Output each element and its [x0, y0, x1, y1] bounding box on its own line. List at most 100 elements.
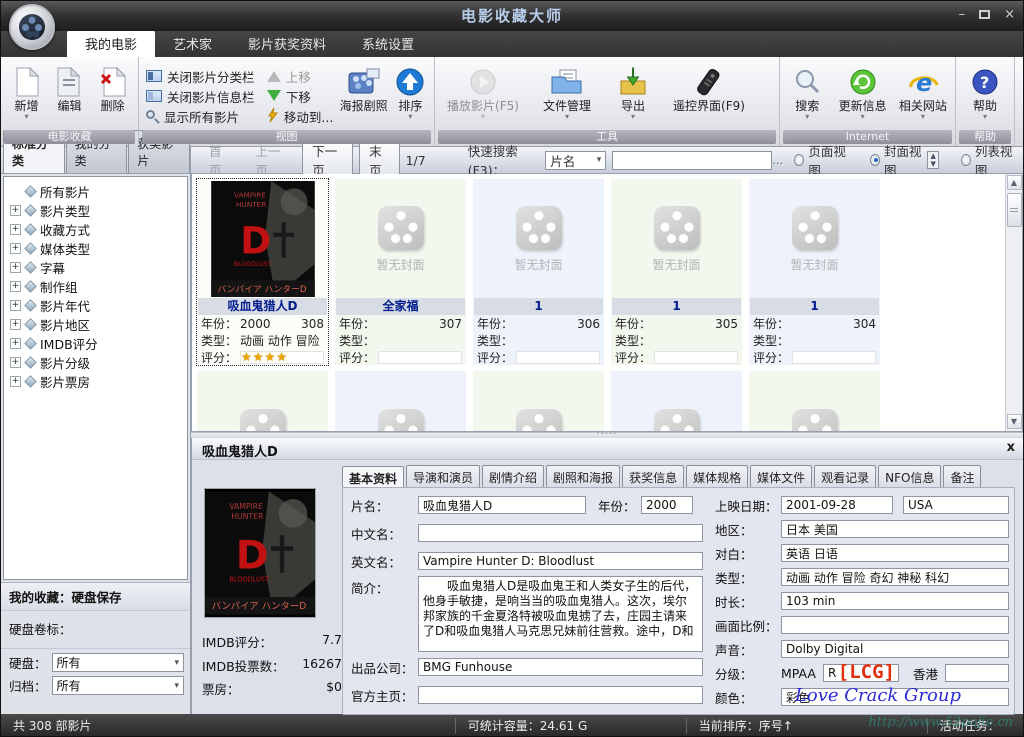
posters-stills-button[interactable]: 海报剧照 [336, 61, 391, 128]
expand-icon[interactable]: + [10, 338, 21, 349]
sort-button[interactable]: 排序 ▾ [391, 61, 430, 128]
aspect-input[interactable] [781, 616, 1009, 634]
homepage-input[interactable] [418, 686, 703, 704]
cn-name-input[interactable] [418, 524, 703, 542]
show-all-movies-button[interactable]: 显示所有影片 [143, 106, 264, 126]
help-button[interactable]: ? 帮助 ▾ [960, 61, 1010, 128]
tab-media-files[interactable]: 媒体文件 [750, 465, 812, 489]
tree-item-media-type[interactable]: +媒体类型 [6, 239, 185, 258]
restore-button[interactable] [979, 10, 990, 19]
movie-card[interactable]: 暂无封面 全家福 年份：307 类型： 评分： [335, 179, 466, 365]
language-input[interactable] [781, 544, 1009, 562]
movie-card[interactable] [611, 371, 742, 432]
tab-watch-history[interactable]: 观看记录 [814, 465, 876, 489]
summary-textarea[interactable]: 吸血鬼猎人D是吸血鬼王和人类女子生的后代，他身手敏捷，是响当当的吸血鬼猎人。这次… [418, 576, 703, 652]
title-input[interactable] [418, 496, 586, 514]
close-button[interactable]: × [1004, 7, 1015, 22]
tree-item-all-movies[interactable]: 所有影片 [6, 182, 185, 201]
expand-icon[interactable]: + [10, 281, 21, 292]
movie-card[interactable] [335, 371, 466, 432]
search-button[interactable]: 搜索 ▾ [784, 61, 831, 128]
no-cover-placeholder: 暂无封面 [474, 180, 603, 298]
search-more-button[interactable]: … [768, 154, 787, 167]
movie-card[interactable] [473, 371, 604, 432]
tab-settings[interactable]: 系统设置 [344, 30, 432, 57]
expand-icon[interactable]: + [10, 224, 21, 235]
remote-control-button[interactable]: 遥控界面(F9) [659, 61, 759, 128]
tree-item-boxoffice[interactable]: +影片票房 [6, 372, 185, 391]
expand-icon[interactable]: + [10, 357, 21, 368]
tree-item-subtitles[interactable]: +字幕 [6, 258, 185, 277]
region-input[interactable] [781, 520, 1009, 538]
minimize-button[interactable]: – [959, 7, 966, 22]
expand-icon[interactable]: + [10, 243, 21, 254]
tab-artists[interactable]: 艺术家 [155, 30, 230, 57]
expand-icon[interactable]: + [10, 205, 21, 216]
close-info-pane-button[interactable]: 关闭影片信息栏 [143, 86, 264, 106]
movie-card[interactable] [749, 371, 880, 432]
expand-icon[interactable]: + [10, 376, 21, 387]
tab-my-movies[interactable]: 我的电影 [67, 30, 155, 57]
detail-close-button[interactable]: x [1007, 440, 1015, 455]
tree-item-production-group[interactable]: +制作组 [6, 277, 185, 296]
tree-item-certification[interactable]: +影片分级 [6, 353, 185, 372]
tab-cast[interactable]: 导演和演员 [406, 465, 480, 489]
sound-input[interactable] [781, 640, 1009, 658]
tree-item-imdb-rating[interactable]: +IMDB评分 [6, 334, 185, 353]
release-country-input[interactable] [903, 496, 1009, 514]
en-name-input[interactable] [418, 552, 703, 570]
tab-stills[interactable]: 剧照和海报 [546, 465, 620, 489]
ie-globe-icon: e [907, 65, 939, 99]
edit-button[interactable]: 编辑 [48, 61, 91, 128]
grid-scrollbar[interactable]: ▲ ▼ [1005, 174, 1022, 431]
search-field-select[interactable]: 片名 ▾ [545, 151, 606, 170]
tab-media-specs[interactable]: 媒体规格 [686, 465, 748, 489]
release-date-input[interactable] [781, 496, 893, 514]
studio-input[interactable] [418, 658, 703, 676]
scroll-up-icon[interactable]: ▲ [1007, 175, 1022, 190]
tree-item-genre[interactable]: +影片类型 [6, 201, 185, 220]
group-label-internet: Internet [783, 130, 952, 144]
cover-size-spinner[interactable]: ▲ ▼ [927, 151, 938, 169]
scroll-down-icon[interactable]: ▼ [1007, 414, 1022, 429]
tree-item-year[interactable]: +影片年代 [6, 296, 185, 315]
expand-icon[interactable]: + [10, 262, 21, 273]
new-button[interactable]: 新增 ▾ [5, 61, 48, 128]
movie-card[interactable]: 暂无封面 1 年份：304 类型： 评分： [749, 179, 880, 365]
move-up-button[interactable]: 上移 [264, 66, 336, 86]
runtime-input[interactable] [781, 592, 1009, 610]
spin-up-icon[interactable]: ▲ [928, 152, 937, 160]
tab-nfo[interactable]: NFO信息 [878, 465, 941, 489]
close-category-pane-button[interactable]: 关闭影片分类栏 [143, 66, 264, 86]
hk-rating-input[interactable] [945, 664, 1009, 682]
movie-card[interactable]: 暂无封面 1 年份：306 类型： 评分： [473, 179, 604, 365]
file-manager-button[interactable]: 文件管理 ▾ [527, 61, 607, 128]
tree-item-region[interactable]: +影片地区 [6, 315, 185, 334]
genre-input[interactable] [781, 568, 1009, 586]
scrollbar-thumb[interactable] [1007, 193, 1022, 227]
move-to-button[interactable]: 移动到... [264, 106, 336, 126]
archive-select[interactable]: 所有▾ [52, 676, 184, 695]
play-movie-button[interactable]: 播放影片(F5) ▾ [439, 61, 527, 128]
disk-select[interactable]: 所有▾ [52, 653, 184, 672]
spin-down-icon[interactable]: ▼ [928, 160, 937, 168]
delete-button[interactable]: 删除 [91, 61, 134, 128]
app-logo-icon[interactable] [9, 4, 55, 50]
movie-card[interactable] [197, 371, 328, 432]
expand-icon[interactable]: + [10, 300, 21, 311]
tab-awards-info[interactable]: 获奖信息 [622, 465, 684, 489]
tab-plot[interactable]: 剧情介绍 [482, 465, 544, 489]
tab-notes[interactable]: 备注 [943, 465, 981, 489]
move-down-button[interactable]: 下移 [264, 86, 336, 106]
expand-icon[interactable]: + [10, 319, 21, 330]
year-input[interactable] [641, 496, 693, 514]
update-info-button[interactable]: 更新信息 ▾ [831, 61, 895, 128]
svg-text:BLOODLUST: BLOODLUST [229, 576, 270, 584]
movie-card-selected[interactable]: VAMPIRE HUNTER D BLOODLUST バンパイア ハンターD 吸… [197, 179, 328, 365]
export-button[interactable]: 导出 ▾ [607, 61, 659, 128]
quick-search-input[interactable] [613, 153, 768, 168]
tab-awards[interactable]: 影片获奖资料 [230, 30, 344, 57]
related-sites-button[interactable]: e 相关网站 ▾ [895, 61, 951, 128]
tree-item-collect-type[interactable]: +收藏方式 [6, 220, 185, 239]
movie-card[interactable]: 暂无封面 1 年份：305 类型： 评分： [611, 179, 742, 365]
